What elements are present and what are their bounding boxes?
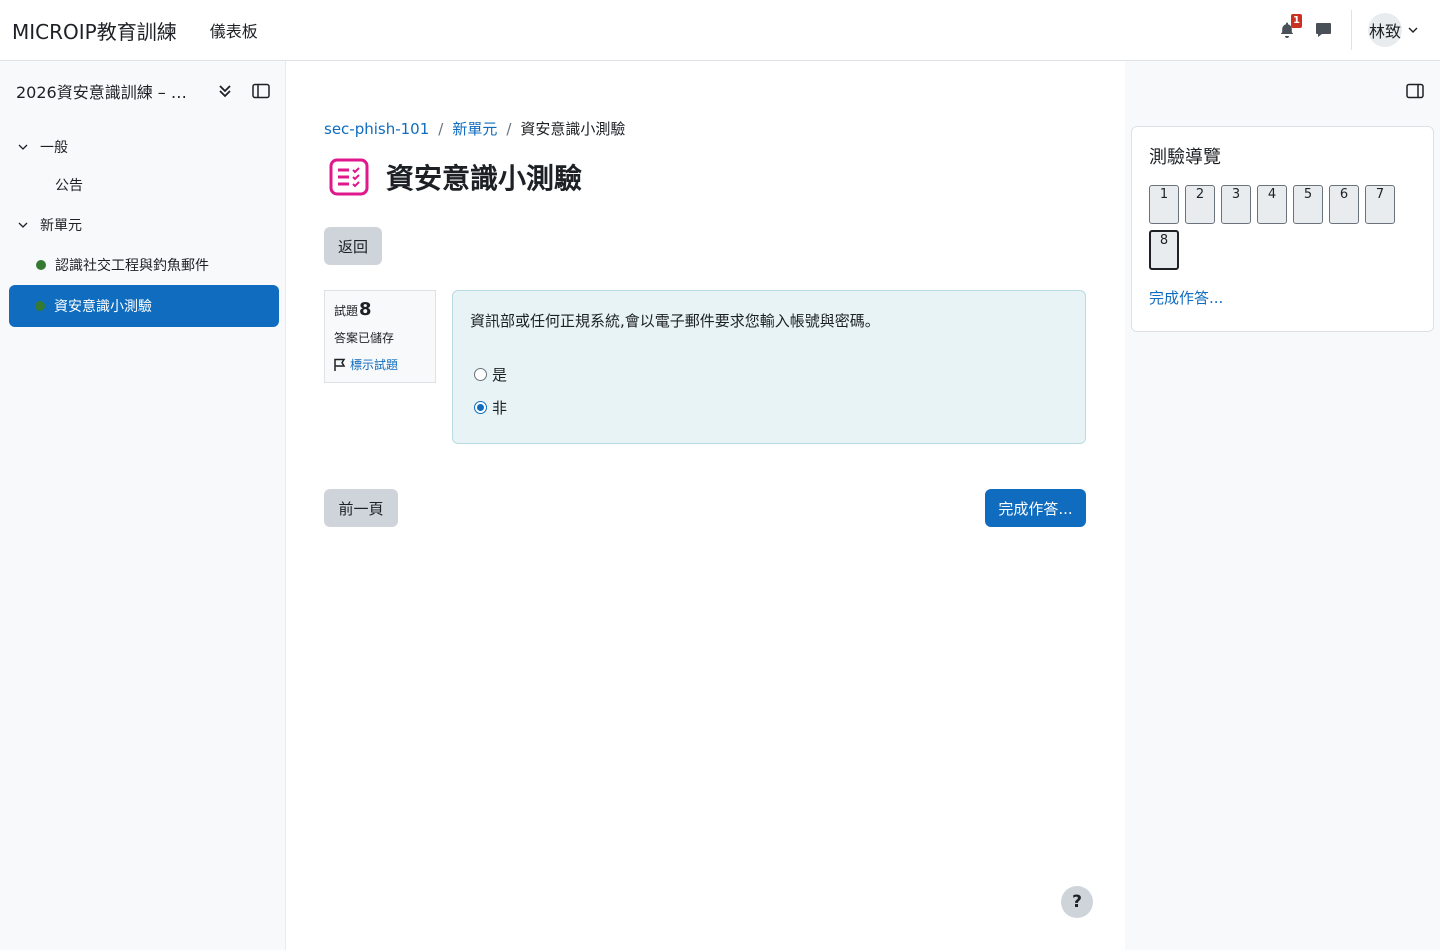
- quiz-nav-button[interactable]: 4: [1257, 185, 1287, 224]
- finish-attempt-link[interactable]: 完成作答...: [1149, 287, 1223, 308]
- breadcrumb-separator: /: [506, 119, 512, 138]
- chevron-down-icon: [18, 144, 28, 150]
- back-button[interactable]: 返回: [324, 227, 382, 265]
- radio-button-selected[interactable]: [474, 401, 487, 414]
- course-item-label: 公告: [55, 178, 83, 194]
- quiz-navigation-title: 測驗導覽: [1149, 147, 1221, 168]
- flag-question-button[interactable]: 標示試題: [333, 356, 398, 373]
- block-drawer: 測驗導覽 1 2 3 4 5 6 7 8 完成作答...: [1125, 61, 1440, 950]
- help-button[interactable]: ?: [1061, 886, 1093, 918]
- section-general[interactable]: 一般: [18, 137, 68, 157]
- quiz-nav-button[interactable]: 7: [1365, 185, 1395, 224]
- course-item-announcements[interactable]: 公告: [55, 175, 83, 195]
- sidebar-toggle-icon: [252, 83, 270, 99]
- completion-dot-icon: [36, 260, 46, 270]
- sidebar-toggle-icon: [1406, 83, 1424, 99]
- breadcrumb-current: 資安意識小測驗: [520, 120, 626, 138]
- question-info: 試題 8 答案已儲存 標示試題: [324, 290, 436, 383]
- page-header: 資安意識小測驗: [328, 157, 582, 197]
- breadcrumb-course-link[interactable]: sec-phish-101: [324, 120, 429, 138]
- answer-label: 非: [492, 399, 508, 417]
- chevron-down-icon: [18, 222, 28, 228]
- course-item-quiz-active[interactable]: 資安意識小測驗: [9, 285, 279, 327]
- completion-dot-icon: [35, 301, 45, 311]
- course-item-label: 認識社交工程與釣魚郵件: [55, 258, 209, 274]
- question-label: 試題: [334, 304, 359, 318]
- quiz-nav-button[interactable]: 5: [1293, 185, 1323, 224]
- quiz-nav-button[interactable]: 3: [1221, 185, 1251, 224]
- chevron-down-icon: [1408, 27, 1418, 33]
- radio-button[interactable]: [474, 368, 487, 381]
- answer-option-no[interactable]: 非: [474, 397, 507, 418]
- section-label: 一般: [40, 140, 68, 156]
- site-brand[interactable]: MICROIP教育訓練: [12, 16, 177, 45]
- answer-label: 是: [492, 366, 508, 384]
- question-text: 資訊部或任何正規系統,會以電子郵件要求您輸入帳號與密碼。: [470, 312, 880, 330]
- quiz-navigation-block: 測驗導覽 1 2 3 4 5 6 7 8 完成作答...: [1131, 126, 1434, 332]
- section-new-unit[interactable]: 新單元: [18, 215, 82, 235]
- top-navbar: MICROIP教育訓練 儀表板 1 林致: [0, 0, 1440, 61]
- user-avatar[interactable]: 林致: [1368, 13, 1402, 47]
- answer-option-yes[interactable]: 是: [474, 364, 507, 385]
- course-name[interactable]: 2026資安意識訓練 – 釣魚郵件: [16, 79, 200, 103]
- user-menu-toggle[interactable]: [1408, 27, 1418, 33]
- course-item-label: 資安意識小測驗: [54, 299, 152, 315]
- question-number-value: 8: [359, 299, 372, 320]
- chat-icon: [1315, 23, 1331, 37]
- close-block-drawer-button[interactable]: [1404, 81, 1426, 101]
- quiz-nav-button-current[interactable]: 8: [1149, 230, 1179, 270]
- section-label: 新單元: [40, 218, 82, 234]
- finish-attempt-button[interactable]: 完成作答...: [985, 489, 1086, 527]
- breadcrumb-section-link[interactable]: 新單元: [452, 118, 497, 139]
- navbar-divider: [1351, 10, 1352, 50]
- question-state: 答案已儲存: [334, 331, 395, 345]
- question-number: 試題 8: [334, 299, 372, 320]
- close-drawer-button[interactable]: [250, 79, 272, 103]
- breadcrumb: sec-phish-101 / 新單元 / 資安意識小測驗: [324, 118, 625, 139]
- navbar-user-area: 1 林致: [1273, 0, 1440, 60]
- collapse-all-button[interactable]: [214, 79, 236, 103]
- flag-icon: [334, 358, 346, 371]
- quiz-nav-button[interactable]: 1: [1149, 185, 1179, 224]
- flag-label: 標示試題: [350, 358, 399, 372]
- dashboard-link[interactable]: 儀表板: [210, 18, 258, 42]
- quiz-icon: [328, 157, 370, 197]
- double-chevron-down-icon: [219, 85, 231, 98]
- course-index-drawer: 2026資安意識訓練 – 釣魚郵件 一般 公告 新單元 認識社交工程與釣魚郵件 …: [0, 61, 286, 950]
- quiz-nav-button[interactable]: 2: [1185, 185, 1215, 224]
- messages-button[interactable]: [1309, 16, 1337, 44]
- notification-count-badge: 1: [1291, 14, 1302, 28]
- course-item-phishing-intro[interactable]: 認識社交工程與釣魚郵件: [36, 255, 209, 275]
- notifications-button[interactable]: 1: [1273, 14, 1302, 44]
- quiz-nav-button[interactable]: 6: [1329, 185, 1359, 224]
- breadcrumb-separator: /: [438, 119, 444, 138]
- page-title: 資安意識小測驗: [386, 162, 583, 195]
- previous-page-button[interactable]: 前一頁: [324, 489, 398, 527]
- drawer-header: 2026資安意識訓練 – 釣魚郵件: [16, 79, 276, 103]
- question-content: 資訊部或任何正規系統,會以電子郵件要求您輸入帳號與密碼。 是 非: [452, 290, 1086, 444]
